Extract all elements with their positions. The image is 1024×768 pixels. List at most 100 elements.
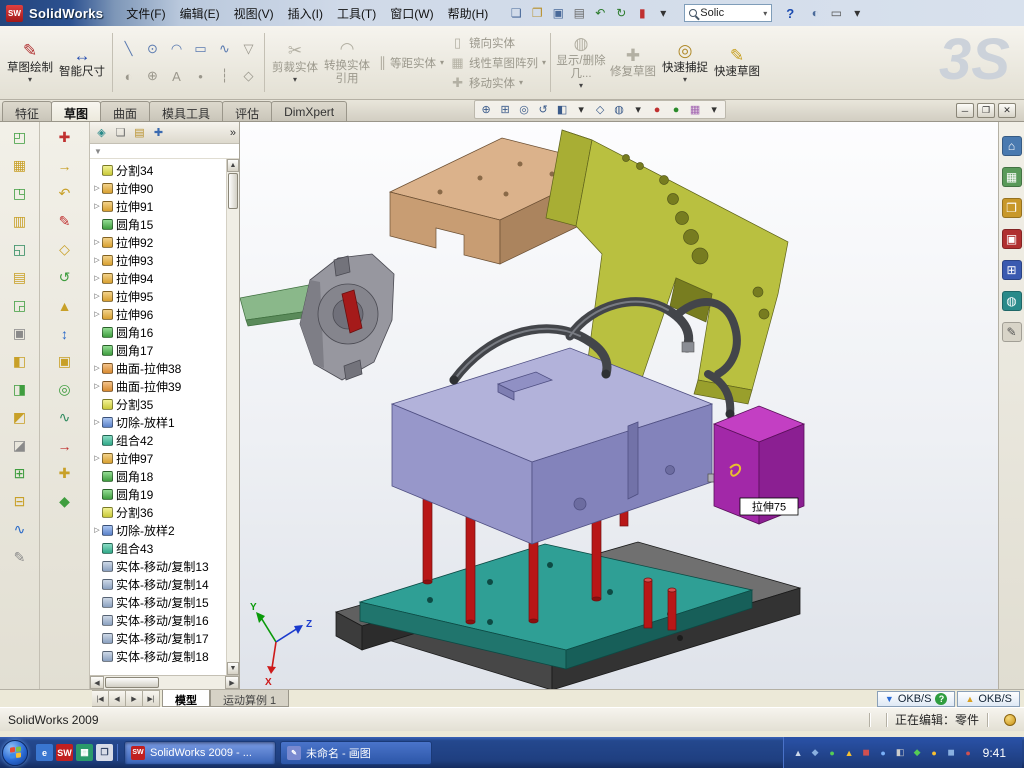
more-commands-icon[interactable]: ▾ bbox=[654, 4, 672, 22]
dropdown-arrow-icon[interactable]: ▾ bbox=[705, 102, 723, 118]
icon[interactable]: ∿ bbox=[213, 36, 236, 62]
toolbar-button[interactable]: ◠ 转换实体引用 bbox=[321, 28, 373, 97]
command-tab[interactable]: 曲面 bbox=[100, 101, 150, 121]
icon[interactable]: ✎ bbox=[8, 548, 32, 567]
icon[interactable]: ∿ bbox=[8, 520, 32, 539]
expand-arrow-icon[interactable]: ▷ bbox=[92, 526, 102, 534]
feature-tree-item[interactable]: 圆角17 bbox=[92, 341, 239, 359]
feature-tree-item[interactable]: 圆角16 bbox=[92, 323, 239, 341]
icon[interactable]: ⊙ bbox=[141, 36, 164, 62]
icon[interactable]: ◇ bbox=[53, 240, 77, 259]
toolbox-icon[interactable]: ▣ bbox=[1002, 229, 1022, 249]
icon[interactable]: ◇ bbox=[237, 63, 260, 89]
icon[interactable]: ⊞ bbox=[8, 464, 32, 483]
toolbar-button[interactable]: ▯ 镜向实体 bbox=[450, 35, 546, 51]
feature-tree-item[interactable]: 实体-移动/复制18 bbox=[92, 647, 239, 665]
solidworks-icon[interactable]: SW bbox=[56, 744, 73, 761]
offset-entities-button[interactable]: ∥ 等距实体 ▾ bbox=[373, 28, 450, 97]
feature-tree-item[interactable]: ▷ 拉伸91 bbox=[92, 197, 239, 215]
appearance-icon[interactable]: ● bbox=[648, 102, 666, 118]
scroll-thumb[interactable] bbox=[105, 677, 159, 688]
dropdown-arrow-icon[interactable]: ▾ bbox=[28, 75, 32, 84]
part-connector-block[interactable] bbox=[300, 254, 394, 380]
expand-arrow-icon[interactable]: ▷ bbox=[92, 454, 102, 462]
icon[interactable]: ◧ bbox=[894, 746, 907, 759]
feature-tree-item[interactable]: ▷ 曲面-拉伸38 bbox=[92, 359, 239, 377]
feature-tree-item[interactable]: 圆角19 bbox=[92, 485, 239, 503]
tree-horizontal-scrollbar[interactable]: ◀ ▶ bbox=[90, 675, 239, 689]
expand-arrow-icon[interactable]: ▷ bbox=[92, 418, 102, 426]
feature-tree-item[interactable]: 实体-移动/复制16 bbox=[92, 611, 239, 629]
toolbar-button[interactable]: ▦ 线性草图阵列 ▾ bbox=[450, 55, 546, 71]
icon[interactable]: ✚ bbox=[53, 464, 77, 483]
feature-manager-icon[interactable]: ◈ bbox=[93, 124, 110, 141]
part-mold-body[interactable] bbox=[392, 348, 737, 544]
dropdown-arrow-icon[interactable]: ▾ bbox=[579, 81, 583, 90]
icon[interactable]: ⊟ bbox=[8, 492, 32, 511]
feature-tree-item[interactable]: 实体-移动/复制15 bbox=[92, 593, 239, 611]
feature-tree-item[interactable]: 圆角15 bbox=[92, 215, 239, 233]
icon[interactable]: ◆ bbox=[911, 746, 924, 759]
expand-arrow-icon[interactable]: ▷ bbox=[92, 238, 102, 246]
home-icon[interactable]: ⌂ bbox=[1002, 136, 1022, 156]
chevron-down-icon[interactable]: ▾ bbox=[763, 9, 767, 18]
dropdown-arrow-icon[interactable]: ▾ bbox=[542, 58, 546, 67]
expand-arrow-icon[interactable]: ▷ bbox=[92, 202, 102, 210]
doc-nav-button[interactable]: ◀ bbox=[109, 690, 126, 707]
expand-arrow-icon[interactable]: ▷ bbox=[92, 256, 102, 264]
dropdown-arrow-icon[interactable]: ▾ bbox=[440, 58, 444, 67]
icon[interactable]: ▥ bbox=[8, 212, 32, 231]
toolbar-button[interactable]: ◍ 显示/删除几... ▾ bbox=[555, 28, 607, 97]
menu-item[interactable]: 文件(F) bbox=[119, 2, 172, 25]
zoom-fit-icon[interactable]: ⊕ bbox=[477, 102, 495, 118]
feature-tree-item[interactable]: 圆角18 bbox=[92, 467, 239, 485]
icon[interactable]: ▽ bbox=[237, 36, 260, 62]
icon[interactable]: ⊕ bbox=[141, 63, 164, 89]
search-input[interactable]: Solic ▾ bbox=[684, 4, 772, 22]
new-document-icon[interactable]: ❏ bbox=[507, 4, 525, 22]
icon[interactable]: ◎ bbox=[53, 380, 77, 399]
feature-tree-item[interactable]: ▷ 拉伸93 bbox=[92, 251, 239, 269]
restore-button[interactable]: ❐ bbox=[977, 103, 995, 118]
dropdown-arrow-icon[interactable]: ▾ bbox=[629, 102, 647, 118]
dropdown-arrow-icon[interactable]: ▾ bbox=[572, 102, 590, 118]
menu-item[interactable]: 窗口(W) bbox=[383, 2, 440, 25]
expand-arrow-icon[interactable]: ▷ bbox=[92, 274, 102, 282]
icon[interactable]: ◰ bbox=[8, 128, 32, 147]
feature-tree-item[interactable]: 组合42 bbox=[92, 431, 239, 449]
menu-item[interactable]: 帮助(H) bbox=[441, 2, 496, 25]
command-tab[interactable]: DimXpert bbox=[271, 101, 347, 121]
menu-item[interactable]: 视图(V) bbox=[227, 2, 281, 25]
scroll-down-icon[interactable]: ▼ bbox=[227, 662, 239, 675]
net-help-icon[interactable]: ? bbox=[935, 693, 947, 705]
save-icon[interactable]: ▣ bbox=[549, 4, 567, 22]
icon[interactable]: ◪ bbox=[8, 436, 32, 455]
command-tab[interactable]: 评估 bbox=[222, 101, 272, 121]
icon[interactable]: ▲ bbox=[792, 746, 805, 759]
icon[interactable]: ◨ bbox=[8, 380, 32, 399]
icon[interactable]: ● bbox=[877, 746, 890, 759]
custom-properties-icon[interactable]: ✎ bbox=[1002, 322, 1022, 342]
palette-icon[interactable]: ⊞ bbox=[1002, 260, 1022, 280]
expand-arrow-icon[interactable]: ▷ bbox=[92, 364, 102, 372]
icon[interactable]: ▣ bbox=[8, 324, 32, 343]
zoom-icon[interactable]: ◎ bbox=[515, 102, 533, 118]
feature-tree-item[interactable]: 组合43 bbox=[92, 539, 239, 557]
document-tab[interactable]: 模型 bbox=[162, 690, 210, 707]
property-manager-icon[interactable]: ❏ bbox=[112, 124, 129, 141]
icon[interactable]: ▲ bbox=[53, 296, 77, 315]
previous-view-icon[interactable]: ↺ bbox=[534, 102, 552, 118]
view-settings-icon[interactable]: ◐ bbox=[806, 4, 824, 22]
toolbar-button[interactable]: ◎ 快速捕捉 ▾ bbox=[659, 28, 711, 97]
scroll-thumb[interactable] bbox=[228, 173, 238, 209]
expand-icon[interactable]: ▾ bbox=[848, 4, 866, 22]
window-icon[interactable]: ▭ bbox=[827, 4, 845, 22]
configuration-manager-icon[interactable]: ▤ bbox=[131, 124, 148, 141]
icon[interactable]: ↶ bbox=[53, 184, 77, 203]
scene-icon[interactable]: ● bbox=[667, 102, 685, 118]
command-tab[interactable]: 特征 bbox=[2, 101, 52, 121]
command-tab[interactable]: 草图 bbox=[51, 101, 101, 121]
feature-tree-item[interactable]: 分割34 bbox=[92, 161, 239, 179]
close-button[interactable]: ✕ bbox=[998, 103, 1016, 118]
options-icon[interactable]: ▮ bbox=[633, 4, 651, 22]
